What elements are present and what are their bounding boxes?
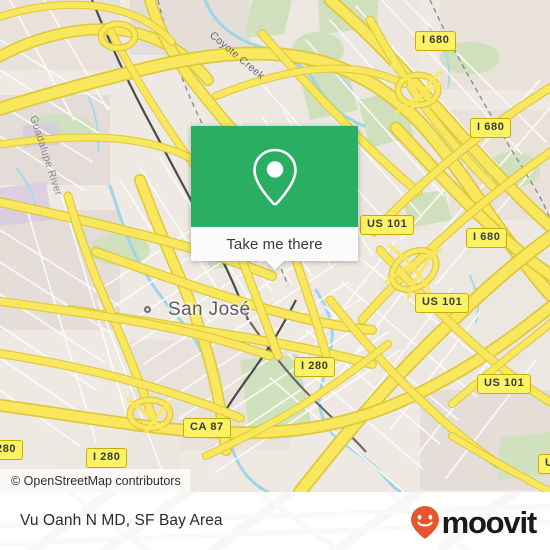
highway-shield: I 280 [294, 357, 336, 377]
place-title: Vu Oanh N MD, SF Bay Area [20, 512, 223, 529]
highway-shield: US 101 [415, 293, 470, 313]
osm-attribution[interactable]: © OpenStreetMap contributors [0, 469, 190, 492]
highway-shield: CA 87 [183, 418, 231, 438]
map-pin-icon [252, 148, 297, 205]
highway-shield: US 101 [477, 374, 532, 394]
highway-shield: I 680 [466, 228, 508, 248]
popup-cta-panel[interactable]: Take me there [191, 227, 358, 270]
highway-shield: US 101 [360, 215, 415, 235]
map-canvas[interactable]: .blk { fill:#e8e1da; } .blk2 { fill:#e3d… [0, 0, 550, 492]
moovit-wordmark: moovit [441, 504, 538, 540]
popup-icon-panel [191, 126, 358, 227]
osm-attribution-text: © OpenStreetMap contributors [11, 473, 181, 488]
highway-shield: 280 [0, 440, 24, 460]
moovit-logo[interactable]: moovit [410, 504, 538, 540]
highway-shield: U [538, 454, 550, 474]
moovit-map-screenshot: .blk { fill:#e8e1da; } .blk2 { fill:#e3d… [0, 0, 550, 550]
highway-shield: I 680 [470, 118, 512, 138]
moovit-pin-smile-icon [410, 506, 439, 539]
take-me-there-label: Take me there [226, 235, 323, 253]
city-label-san-jose: San José [168, 299, 251, 320]
city-marker-dot [144, 306, 151, 313]
popup-pointer-tail [265, 261, 284, 270]
highway-shield: I 280 [86, 448, 128, 468]
take-me-there-popup[interactable]: Take me there [191, 126, 358, 270]
footer-bar: Vu Oanh N MD, SF Bay Area moovit [0, 492, 550, 550]
highway-shield: I 680 [415, 31, 457, 51]
